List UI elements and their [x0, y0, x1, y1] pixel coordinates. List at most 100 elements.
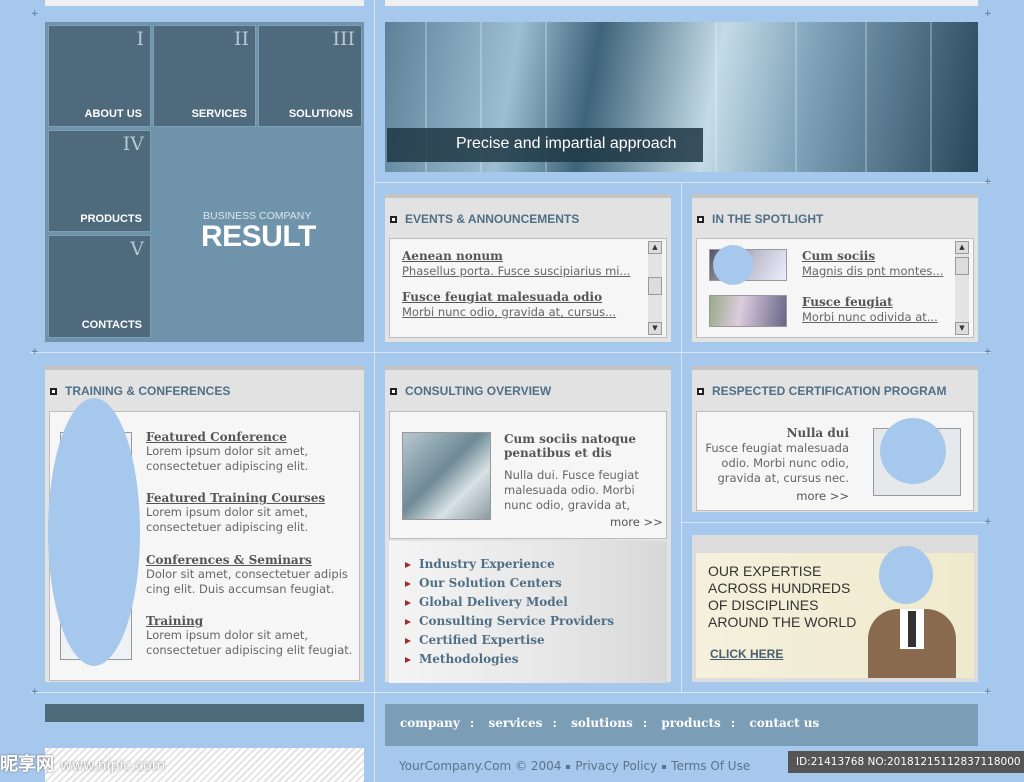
top-strip-left — [45, 0, 364, 6]
nav-tile-products[interactable]: IV PRODUCTS — [48, 130, 151, 232]
training-item[interactable]: Training Lorem ipsum dolor sit amet, con… — [146, 614, 352, 658]
consulting-menu-item[interactable]: Consulting Service Providers — [405, 614, 614, 628]
nav-tile-about-us[interactable]: I ABOUT US — [48, 25, 151, 127]
certification-text: gravida at, cursus nec. — [717, 471, 849, 485]
spotlight-text[interactable]: Morbi nunc odivida at... — [802, 310, 947, 324]
footer-link-services[interactable]: services — [489, 716, 543, 730]
cross-mark: + — [984, 347, 992, 357]
consulting-text: Nulla dui. Fusce feugiat — [504, 468, 639, 482]
row-divider-4 — [682, 522, 988, 523]
redaction-blob — [880, 418, 946, 484]
terms-of-use-link[interactable]: Terms Of Use — [671, 759, 750, 773]
copyright-text: YourCompany.Com © 2004 — [399, 759, 562, 773]
scrollbar[interactable]: ▲ ▼ — [648, 241, 662, 335]
nav-tile-solutions[interactable]: III SOLUTIONS — [258, 25, 362, 127]
scroll-thumb[interactable] — [648, 277, 662, 295]
training-text: Lorem ipsum dolor sit amet, — [146, 628, 309, 642]
footer-link-contact-us[interactable]: contact us — [749, 716, 819, 730]
cross-mark: + — [984, 9, 992, 19]
training-item[interactable]: Featured Training Courses Lorem ipsum do… — [146, 491, 325, 535]
redaction-blob — [713, 245, 753, 285]
event-text[interactable]: Morbi nunc odio, gravida at, cursus... — [402, 305, 632, 319]
spotlight-link[interactable]: Cum sociis — [802, 249, 875, 263]
scrollbar[interactable]: ▲ ▼ — [955, 241, 969, 335]
tile-number: II — [233, 28, 249, 50]
consulting-image[interactable] — [402, 432, 491, 520]
spotlight-thumbnail[interactable] — [709, 295, 787, 327]
certification-heading: Nulla dui — [786, 426, 849, 440]
footer-link-products[interactable]: products — [661, 716, 720, 730]
top-strip-right — [385, 0, 978, 6]
click-here-link[interactable]: CLICK HERE — [710, 647, 783, 661]
consulting-menu-item[interactable]: Global Delivery Model — [405, 595, 568, 609]
privacy-policy-link[interactable]: Privacy Policy — [575, 759, 657, 773]
consulting-menu-item[interactable]: Certified Expertise — [405, 633, 545, 647]
spotlight-panel: IN THE SPOTLIGHT Cum sociis Magnis dis p… — [692, 194, 978, 342]
expertise-banner[interactable]: OUR EXPERTISE ACROSS HUNDREDS OF DISCIPL… — [692, 535, 978, 682]
training-item[interactable]: Conferences & Seminars Dolor sit amet, c… — [146, 553, 348, 597]
square-bullet-icon — [390, 387, 397, 395]
consulting-panel: CONSULTING OVERVIEW Cum sociis natoque p… — [385, 366, 671, 683]
row-divider-2 — [30, 352, 990, 353]
square-bullet-icon — [697, 215, 704, 223]
training-link[interactable]: Conferences & Seminars — [146, 553, 348, 567]
events-panel: EVENTS & ANNOUNCEMENTS Aenean nonum Phas… — [385, 194, 671, 342]
training-text: Dolor sit amet, consectetuer adipis — [146, 567, 348, 581]
scroll-down-icon[interactable]: ▼ — [648, 322, 662, 335]
nav-tile-services[interactable]: II SERVICES — [153, 25, 256, 127]
scroll-up-icon[interactable]: ▲ — [955, 241, 969, 254]
scroll-thumb[interactable] — [955, 257, 969, 275]
training-text: Lorem ipsum dolor sit amet, — [146, 505, 309, 519]
training-text: consectetuer adipiscing elit feugiat. — [146, 643, 353, 657]
arrow-bullet-icon — [405, 619, 411, 625]
tile-label: SERVICES — [191, 108, 247, 120]
cross-mark: + — [984, 687, 992, 697]
consulting-text: malesuada odio. Morbi — [504, 483, 635, 497]
spotlight-link[interactable]: Fusce feugiat — [802, 295, 893, 309]
arrow-bullet-icon — [405, 581, 411, 587]
training-item[interactable]: Featured Conference Lorem ipsum dolor si… — [146, 430, 308, 474]
square-bullet-icon — [50, 387, 57, 395]
training-link[interactable]: Featured Conference — [146, 430, 308, 444]
training-text: consectetuer adipiscing elit. — [146, 459, 309, 473]
hero-caption: Precise and impartial approach — [387, 128, 703, 162]
panel-title: EVENTS & ANNOUNCEMENTS — [390, 212, 579, 226]
brand-name: RESULT — [201, 220, 316, 253]
footer-link-solutions[interactable]: solutions — [571, 716, 633, 730]
footer-link-company[interactable]: company — [400, 716, 460, 730]
watermark-id: ID:21413768 NO:20181215112837118000 — [788, 751, 1024, 773]
certification-more-link[interactable]: more >> — [796, 489, 849, 503]
arrow-bullet-icon — [405, 638, 411, 644]
footer-nav: company: services: solutions: products: … — [385, 704, 978, 746]
row-divider-1 — [375, 182, 989, 183]
panel-title: TRAINING & CONFERENCES — [50, 384, 230, 398]
scroll-down-icon[interactable]: ▼ — [955, 322, 969, 335]
tile-label: ABOUT US — [84, 108, 142, 120]
training-text: consectetuer adipiscing elit. — [146, 520, 309, 534]
nav-tile-contacts[interactable]: V CONTACTS — [48, 235, 151, 338]
consulting-heading: Cum sociis natoque — [504, 432, 637, 446]
redaction-blob — [879, 546, 933, 604]
training-link[interactable]: Training — [146, 614, 352, 628]
event-link[interactable]: Fusce feugiat malesuada odio — [402, 290, 602, 304]
consulting-menu-item[interactable]: Industry Experience — [405, 557, 555, 571]
tile-number: III — [332, 28, 355, 50]
event-text[interactable]: Phasellus porta. Fusce suscipiarius mi..… — [402, 264, 632, 278]
events-list: Aenean nonum Phasellus porta. Fusce susc… — [389, 238, 667, 338]
cross-mark: + — [31, 347, 39, 357]
arrow-bullet-icon — [405, 562, 411, 568]
scroll-up-icon[interactable]: ▲ — [648, 241, 662, 254]
consulting-heading: penatibus et dis — [504, 446, 612, 460]
expertise-headline: OUR EXPERTISE ACROSS HUNDREDS OF DISCIPL… — [708, 563, 857, 630]
event-link[interactable]: Aenean nonum — [402, 249, 503, 263]
consulting-menu-item[interactable]: Methodologies — [405, 652, 519, 666]
businessman-photo — [854, 599, 968, 678]
dot-separator — [566, 764, 571, 769]
training-link[interactable]: Featured Training Courses — [146, 491, 325, 505]
spotlight-text[interactable]: Magnis dis pnt montes... — [802, 264, 947, 278]
consulting-menu-item[interactable]: Our Solution Centers — [405, 576, 562, 590]
panel-title: IN THE SPOTLIGHT — [697, 212, 823, 226]
redaction-blob — [48, 398, 140, 666]
row-divider-3 — [30, 692, 990, 693]
consulting-more-link[interactable]: more >> — [610, 515, 663, 529]
